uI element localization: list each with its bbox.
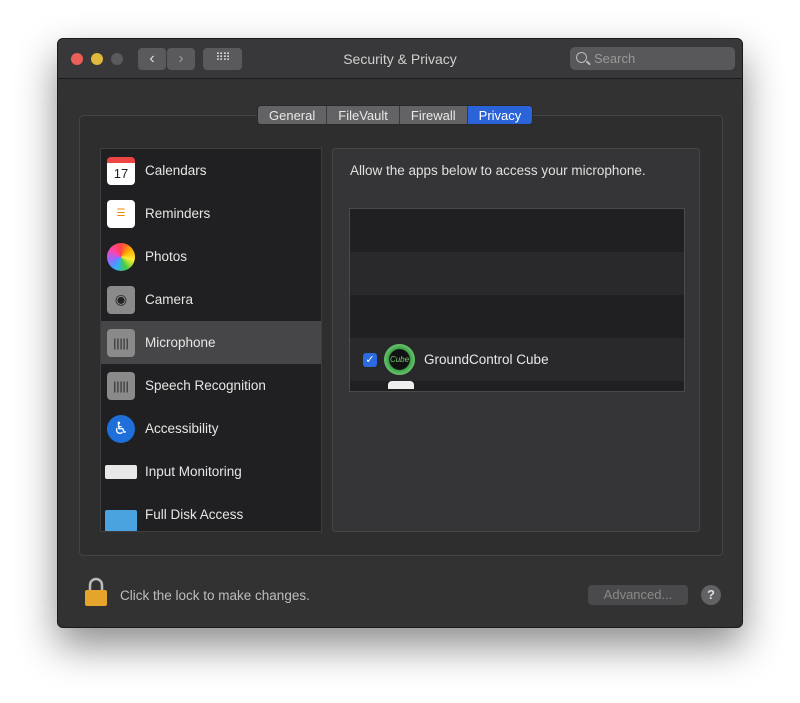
search-input[interactable]: Search bbox=[570, 47, 735, 70]
panel-prompt: Allow the apps below to access your micr… bbox=[350, 163, 646, 178]
security-privacy-window: ‹ › ⠿⠿ Security & Privacy Search General… bbox=[57, 38, 743, 628]
sidebar-item-label: Speech Recognition bbox=[145, 378, 266, 393]
sidebar-item-camera[interactable]: ◉ Camera bbox=[101, 278, 321, 321]
title-bar: ‹ › ⠿⠿ Security & Privacy Search bbox=[58, 39, 742, 79]
partial-row bbox=[350, 380, 684, 391]
tab-general[interactable]: General bbox=[258, 106, 328, 124]
advanced-button[interactable]: Advanced... bbox=[588, 585, 688, 605]
sidebar-item-photos[interactable]: Photos bbox=[101, 235, 321, 278]
app-checkbox[interactable]: ✓ bbox=[363, 352, 377, 367]
keyboard-icon bbox=[105, 464, 137, 479]
microphone-panel: Allow the apps below to access your micr… bbox=[332, 148, 700, 532]
sidebar-item-label: Input Monitoring bbox=[145, 464, 242, 479]
search-icon bbox=[576, 52, 587, 63]
sidebar-item-accessibility[interactable]: ♿︎ Accessibility bbox=[101, 407, 321, 450]
photos-icon bbox=[107, 242, 135, 271]
sidebar-item-input-monitoring[interactable]: Input Monitoring bbox=[101, 450, 321, 493]
camera-icon: ◉ bbox=[107, 285, 135, 314]
sidebar-item-calendars[interactable]: 17 Calendars bbox=[101, 149, 321, 192]
reminders-icon: ☰ bbox=[107, 199, 135, 228]
sidebar-item-label: Calendars bbox=[145, 163, 207, 178]
sidebar-item-speech-recognition[interactable]: ||||| Speech Recognition bbox=[101, 364, 321, 407]
privacy-category-list[interactable]: 17 Calendars ☰ Reminders Photos ◉ Camera ||… bbox=[100, 148, 322, 532]
folder-icon bbox=[105, 509, 137, 531]
sidebar-item-label: Reminders bbox=[145, 206, 211, 221]
search-placeholder: Search bbox=[594, 51, 636, 66]
speech-recognition-icon: ||||| bbox=[107, 371, 135, 400]
sidebar-item-label: Microphone bbox=[145, 335, 216, 350]
empty-row bbox=[350, 209, 684, 252]
lock-message: Click the lock to make changes. bbox=[120, 588, 310, 603]
tab-bar: General FileVault Firewall Privacy bbox=[257, 105, 534, 125]
sidebar-item-label: Camera bbox=[145, 292, 194, 307]
lock-icon bbox=[85, 577, 107, 606]
app-name: GroundControl Cube bbox=[424, 352, 549, 367]
sidebar-item-label: Photos bbox=[145, 249, 188, 264]
sidebar-item-full-disk-access[interactable]: Full Disk Access bbox=[101, 493, 321, 531]
app-row[interactable]: ✓ Cube GroundControl Cube bbox=[350, 338, 684, 381]
lock-button[interactable] bbox=[84, 577, 108, 607]
microphone-icon: ||||| bbox=[107, 328, 135, 357]
empty-row bbox=[350, 295, 684, 338]
sidebar-item-label: Full Disk Access bbox=[145, 507, 244, 522]
tab-filevault[interactable]: FileVault bbox=[327, 106, 400, 124]
sidebar-item-reminders[interactable]: ☰ Reminders bbox=[101, 192, 321, 235]
tab-firewall[interactable]: Firewall bbox=[399, 106, 468, 124]
help-button[interactable]: ? bbox=[701, 585, 721, 605]
app-list[interactable]: ✓ Cube GroundControl Cube bbox=[349, 208, 685, 392]
empty-row bbox=[350, 252, 684, 295]
groundcontrol-cube-icon: Cube bbox=[384, 344, 415, 375]
sidebar-item-microphone[interactable]: ||||| Microphone bbox=[101, 321, 321, 364]
tab-privacy[interactable]: Privacy bbox=[467, 106, 533, 124]
app-icon-partial bbox=[388, 380, 414, 389]
calendar-icon: 17 bbox=[107, 156, 135, 185]
accessibility-icon: ♿︎ bbox=[107, 414, 135, 443]
sidebar-item-label: Accessibility bbox=[145, 421, 219, 436]
